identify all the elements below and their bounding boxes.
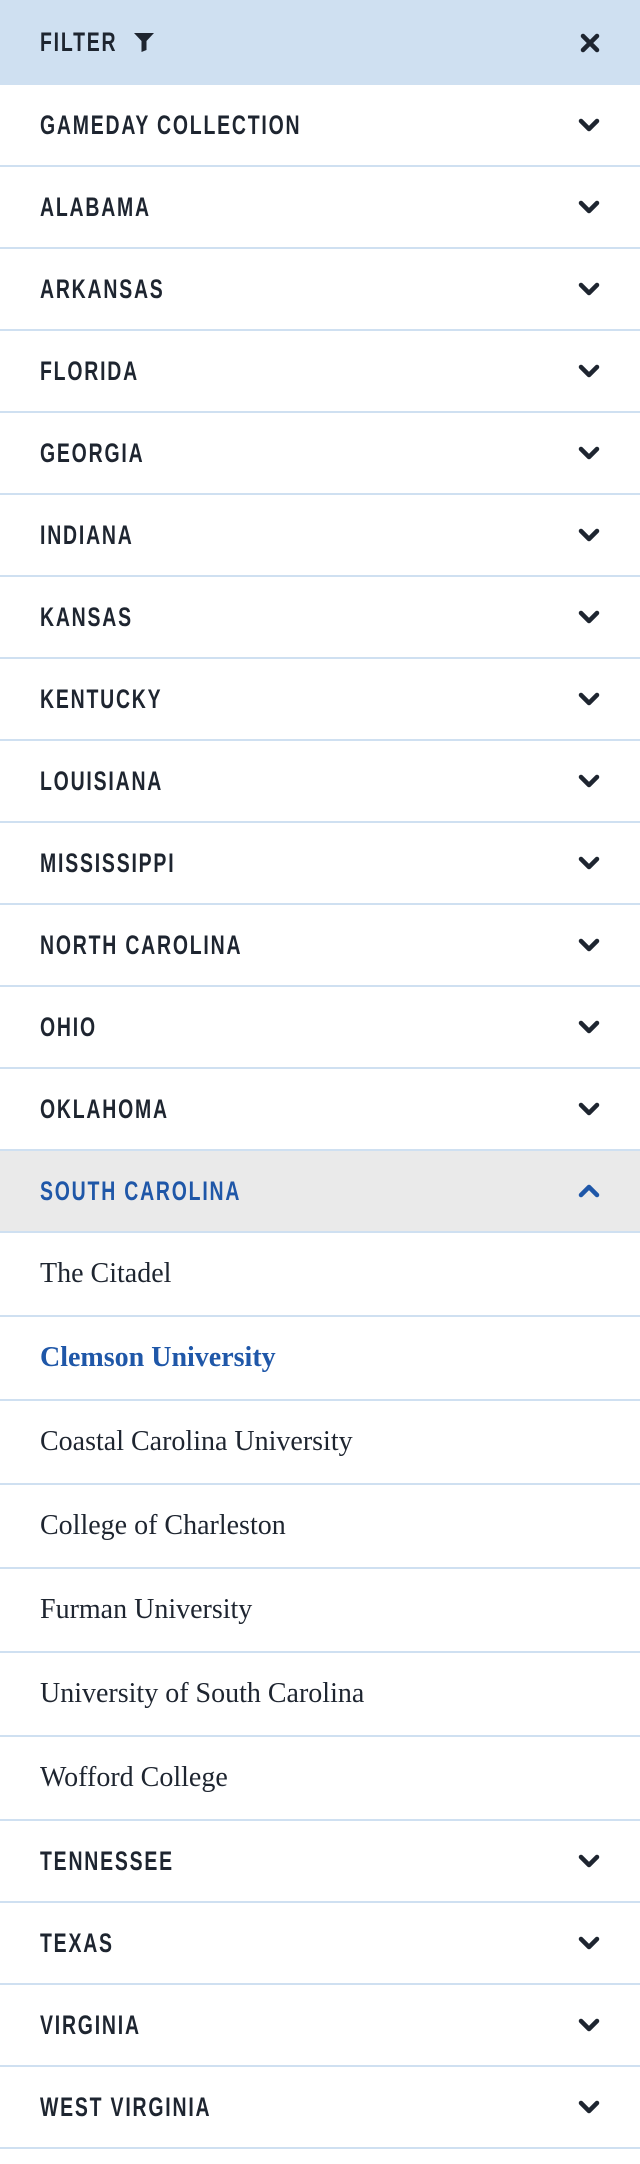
chevron-down-icon <box>578 1936 600 1950</box>
chevron-down-icon <box>578 1854 600 1868</box>
filter-group-label: TEXAS <box>40 1927 114 1958</box>
filter-group-north-carolina[interactable]: NORTH CAROLINA <box>0 905 640 987</box>
filter-option-college-of-charleston[interactable]: College of Charleston <box>0 1485 640 1569</box>
filter-group-texas[interactable]: TEXAS <box>0 1903 640 1985</box>
chevron-down-icon <box>578 200 600 214</box>
filter-group-gameday-collection[interactable]: GAMEDAY COLLECTION <box>0 85 640 167</box>
chevron-down-icon <box>578 856 600 870</box>
filter-group-tennessee[interactable]: TENNESSEE <box>0 1821 640 1903</box>
filter-option-the-citadel[interactable]: The Citadel <box>0 1233 640 1317</box>
filter-header: FILTER <box>0 0 640 85</box>
filter-group-label: SOUTH CAROLINA <box>40 1175 242 1206</box>
filter-option-label: Clemson University <box>40 1342 276 1373</box>
filter-group-ohio[interactable]: OHIO <box>0 987 640 1069</box>
filter-group-louisiana[interactable]: LOUISIANA <box>0 741 640 823</box>
filter-group-kansas[interactable]: KANSAS <box>0 577 640 659</box>
filter-group-label: VIRGINIA <box>40 2009 141 2040</box>
filter-group-label: ALABAMA <box>40 191 151 222</box>
filter-group-label: FLORIDA <box>40 355 139 386</box>
chevron-down-icon <box>578 692 600 706</box>
filter-group-oklahoma[interactable]: OKLAHOMA <box>0 1069 640 1151</box>
filter-title: FILTER <box>40 27 118 57</box>
chevron-down-icon <box>578 1102 600 1116</box>
filter-group-label: OHIO <box>40 1011 97 1042</box>
filter-option-label: College of Charleston <box>40 1510 286 1541</box>
filter-option-clemson-university[interactable]: Clemson University <box>0 1317 640 1401</box>
filter-option-furman-university[interactable]: Furman University <box>0 1569 640 1653</box>
filter-group-label: LOUISIANA <box>40 765 164 796</box>
filter-group-virginia[interactable]: VIRGINIA <box>0 1985 640 2067</box>
chevron-down-icon <box>578 2100 600 2114</box>
chevron-down-icon <box>578 118 600 132</box>
filter-group-arkansas[interactable]: ARKANSAS <box>0 249 640 331</box>
filter-group-georgia[interactable]: GEORGIA <box>0 413 640 495</box>
chevron-up-icon <box>578 1184 600 1198</box>
filter-group-label: WEST VIRGINIA <box>40 2091 212 2122</box>
filter-option-coastal-carolina-university[interactable]: Coastal Carolina University <box>0 1401 640 1485</box>
filter-group-west-virginia[interactable]: WEST VIRGINIA <box>0 2067 640 2149</box>
chevron-down-icon <box>578 2018 600 2032</box>
filter-option-university-of-south-carolina[interactable]: University of South Carolina <box>0 1653 640 1737</box>
chevron-down-icon <box>578 364 600 378</box>
chevron-down-icon <box>578 446 600 460</box>
filter-group-label: NORTH CAROLINA <box>40 929 243 960</box>
filter-group-south-carolina[interactable]: SOUTH CAROLINA <box>0 1151 640 1233</box>
funnel-icon <box>134 33 154 52</box>
chevron-down-icon <box>578 610 600 624</box>
filter-group-label: KANSAS <box>40 601 133 632</box>
chevron-down-icon <box>578 528 600 542</box>
filter-option-label: University of South Carolina <box>40 1678 365 1709</box>
filter-option-label: Coastal Carolina University <box>40 1426 353 1457</box>
filter-option-label: Furman University <box>40 1594 253 1625</box>
filter-group-label: OKLAHOMA <box>40 1093 169 1124</box>
chevron-down-icon <box>578 282 600 296</box>
filter-group-label: ARKANSAS <box>40 273 165 304</box>
filter-group-label: TENNESSEE <box>40 1845 174 1876</box>
filter-group-alabama[interactable]: ALABAMA <box>0 167 640 249</box>
filter-group-label: KENTUCKY <box>40 683 163 714</box>
close-icon[interactable] <box>580 33 600 53</box>
filter-group-label: INDIANA <box>40 519 134 550</box>
filter-group-label: GEORGIA <box>40 437 145 468</box>
filter-group-label: MISSISSIPPI <box>40 847 176 878</box>
filter-group-kentucky[interactable]: KENTUCKY <box>0 659 640 741</box>
filter-group-indiana[interactable]: INDIANA <box>0 495 640 577</box>
filter-group-mississippi[interactable]: MISSISSIPPI <box>0 823 640 905</box>
chevron-down-icon <box>578 1020 600 1034</box>
chevron-down-icon <box>578 774 600 788</box>
filter-option-label: The Citadel <box>40 1258 172 1289</box>
filter-group-label: GAMEDAY COLLECTION <box>40 109 302 140</box>
filter-option-label: Wofford College <box>40 1762 228 1793</box>
filter-option-wofford-college[interactable]: Wofford College <box>0 1737 640 1821</box>
chevron-down-icon <box>578 938 600 952</box>
filter-group-florida[interactable]: FLORIDA <box>0 331 640 413</box>
filter-list: GAMEDAY COLLECTION ALABAMA ARKANSAS FLORIDA… <box>0 85 640 2149</box>
